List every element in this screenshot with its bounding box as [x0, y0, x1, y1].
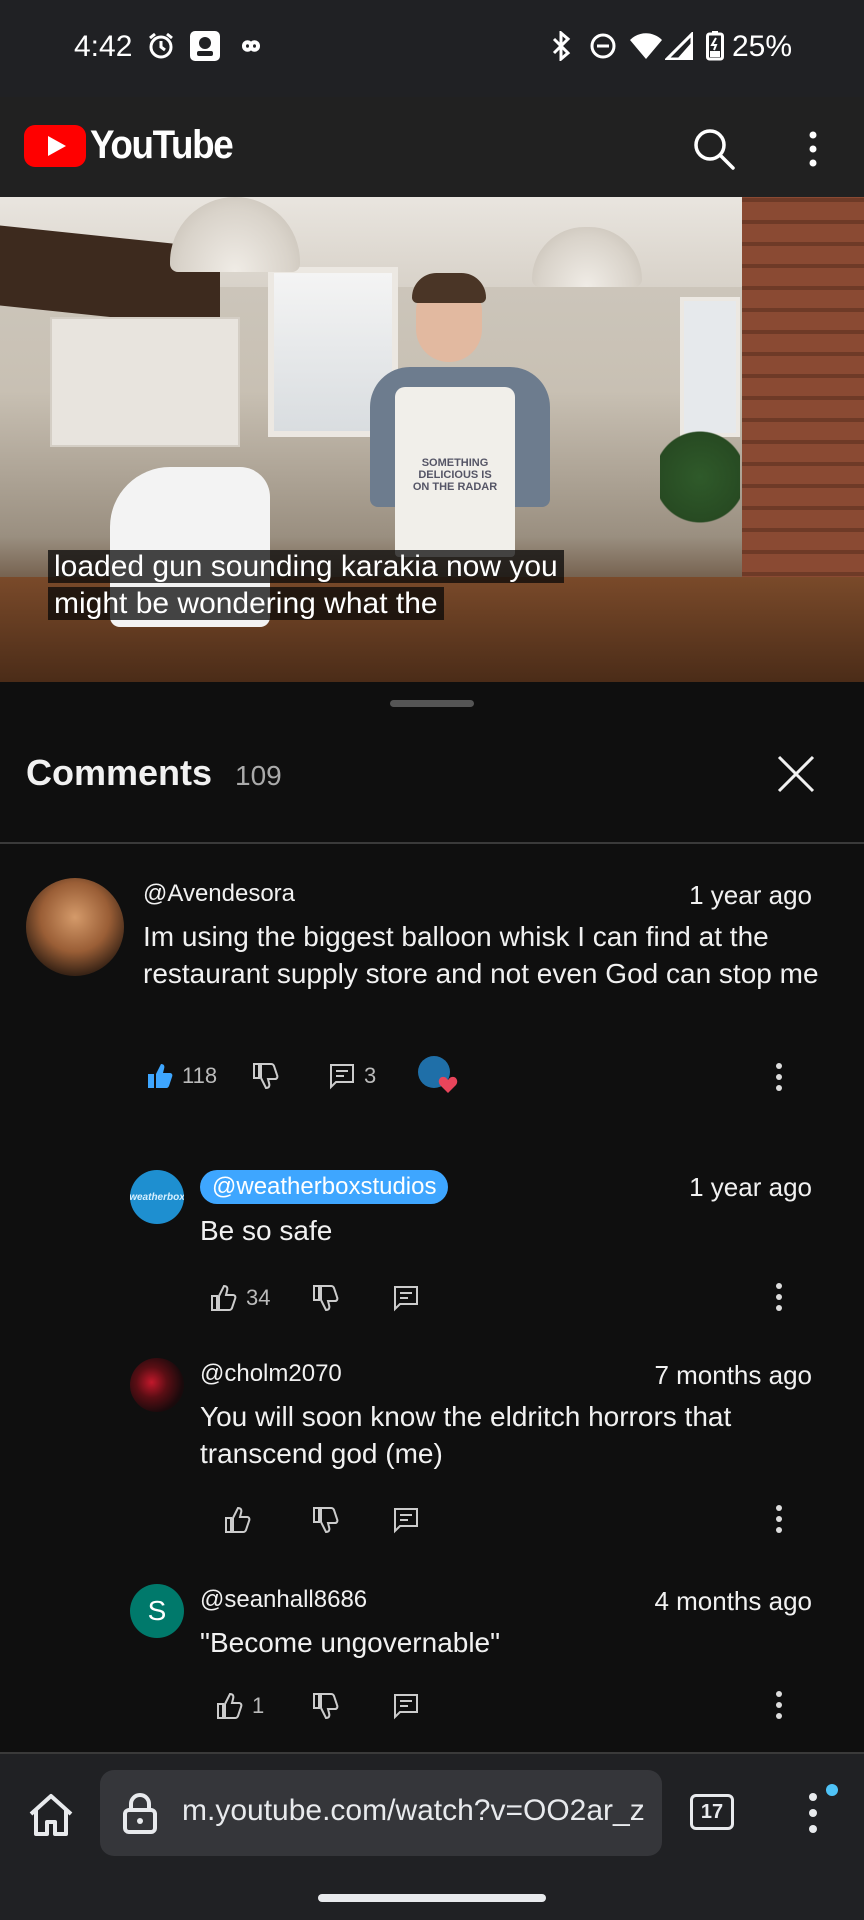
alarm-icon	[146, 30, 176, 62]
more-vertical-icon	[809, 131, 817, 167]
dislike-button[interactable]	[312, 1284, 340, 1312]
thumbs-down-icon	[313, 1285, 339, 1312]
comment-author[interactable]: @Avendesora	[143, 880, 295, 908]
thumbs-up-icon	[217, 1692, 243, 1719]
avatar-text: weatherbox	[130, 1191, 184, 1203]
like-count: 34	[246, 1285, 271, 1310]
cell-signal-icon	[664, 30, 694, 62]
reply-more-button[interactable]	[772, 1688, 786, 1724]
video-scene-plant	[660, 427, 740, 527]
app-notification-icon	[188, 30, 222, 62]
reply-text: You will soon know the eldritch horrors …	[200, 1401, 732, 1469]
video-scene-apron-text: SOMETHING DELICIOUS IS ON THE RADAR	[412, 457, 498, 493]
caption-line-1: loaded gun sounding karakia now you	[48, 550, 564, 583]
browser-toolbar: m.youtube.com/watch?v=OO2ar_z 17	[0, 1752, 864, 1920]
avatar[interactable]: S	[130, 1584, 184, 1638]
comment-time: 1 year ago	[689, 880, 812, 910]
thumbs-down-icon	[313, 1507, 339, 1534]
thumbs-up-icon	[225, 1506, 251, 1533]
battery-icon	[704, 30, 726, 62]
thumbs-up-filled-icon	[148, 1064, 173, 1088]
comments-panel: Comments 109 @Avendesora 1 year ago Im u…	[0, 682, 864, 1752]
reply-time: 1 year ago	[689, 1172, 812, 1202]
video-scene-cabinet	[50, 317, 240, 447]
youtube-header: YouTube	[0, 97, 864, 197]
browser-menu-button[interactable]	[804, 1788, 822, 1838]
comments-title: Comments	[26, 752, 213, 793]
caption-line-2: might be wondering what the	[48, 587, 444, 620]
do-not-disturb-icon	[588, 30, 618, 62]
like-count: 1	[252, 1693, 265, 1718]
infinity-icon	[236, 30, 266, 62]
wifi-icon	[628, 30, 664, 62]
like-button[interactable]: 1	[216, 1692, 264, 1720]
status-time: 4:42	[74, 30, 133, 63]
avatar-initial: S	[147, 1595, 167, 1626]
update-badge	[826, 1784, 838, 1796]
address-bar[interactable]: m.youtube.com/watch?v=OO2ar_z	[100, 1770, 662, 1856]
reply-text: "Become ungovernable"	[200, 1627, 501, 1658]
comment-more-button[interactable]	[772, 1060, 786, 1096]
like-button[interactable]: 34	[210, 1284, 270, 1312]
lock-icon	[122, 1792, 158, 1834]
heart-icon	[438, 1076, 458, 1099]
status-bar: 4:42 25%	[0, 0, 864, 97]
video-caption: loaded gun sounding karakia now you migh…	[48, 548, 564, 622]
youtube-logo-icon[interactable]	[24, 125, 86, 167]
avatar[interactable]: weatherbox	[130, 1170, 184, 1224]
reply-author[interactable]: @seanhall8686	[200, 1586, 367, 1614]
youtube-wordmark[interactable]: YouTube	[90, 123, 234, 168]
avatar[interactable]	[130, 1358, 184, 1412]
reply-more-button[interactable]	[772, 1502, 786, 1538]
thumbs-down-icon	[313, 1693, 339, 1720]
reply-button[interactable]	[392, 1284, 420, 1312]
reply-count: 3	[364, 1063, 377, 1088]
comments-divider	[0, 842, 864, 844]
reply-more-button[interactable]	[772, 1280, 786, 1316]
video-scene-window-right	[680, 297, 740, 437]
home-button[interactable]	[26, 1790, 76, 1840]
reply-text: Be so safe	[200, 1215, 333, 1246]
dislike-button[interactable]	[312, 1506, 340, 1534]
comment-reply-icon	[394, 1286, 418, 1312]
like-button[interactable]: 118	[146, 1062, 217, 1090]
like-count: 118	[182, 1063, 218, 1088]
comments-count: 109	[235, 760, 282, 791]
reply-button[interactable]: 3	[328, 1062, 376, 1090]
more-vertical-icon	[809, 1793, 817, 1833]
reply-time: 7 months ago	[654, 1360, 812, 1390]
more-options-button[interactable]	[798, 125, 828, 173]
like-button[interactable]	[224, 1506, 252, 1534]
comment-text: Im using the biggest balloon whisk I can…	[143, 921, 819, 989]
search-button[interactable]	[690, 125, 738, 173]
video-scene-person-hair	[412, 273, 486, 303]
comment-reply-icon	[330, 1064, 354, 1090]
battery-percent: 25%	[732, 30, 793, 63]
url-text: m.youtube.com/watch?v=OO2ar_z	[182, 1794, 645, 1827]
thumbs-down-icon	[253, 1063, 279, 1090]
creator-handle-badge[interactable]: @weatherboxstudios	[200, 1170, 449, 1204]
close-comments-button[interactable]	[774, 752, 818, 796]
comment-reply-icon	[394, 1694, 418, 1720]
reply-author[interactable]: @cholm2070	[200, 1360, 342, 1388]
avatar[interactable]	[26, 878, 124, 976]
thumbs-up-icon	[211, 1284, 237, 1311]
gesture-nav-handle[interactable]	[318, 1894, 546, 1902]
comment-reply-icon	[394, 1508, 418, 1534]
reply-button[interactable]	[392, 1506, 420, 1534]
reply-time: 4 months ago	[654, 1586, 812, 1616]
video-player[interactable]: SOMETHING DELICIOUS IS ON THE RADAR load…	[0, 197, 864, 682]
close-icon	[777, 755, 815, 793]
bluetooth-icon	[548, 30, 574, 62]
search-icon	[694, 129, 735, 170]
dislike-button[interactable]	[252, 1062, 280, 1090]
tab-switcher-button[interactable]: 17	[690, 1794, 734, 1830]
drag-handle[interactable]	[390, 700, 474, 707]
dislike-button[interactable]	[312, 1692, 340, 1720]
home-icon	[29, 1794, 73, 1836]
reply-button[interactable]	[392, 1692, 420, 1720]
